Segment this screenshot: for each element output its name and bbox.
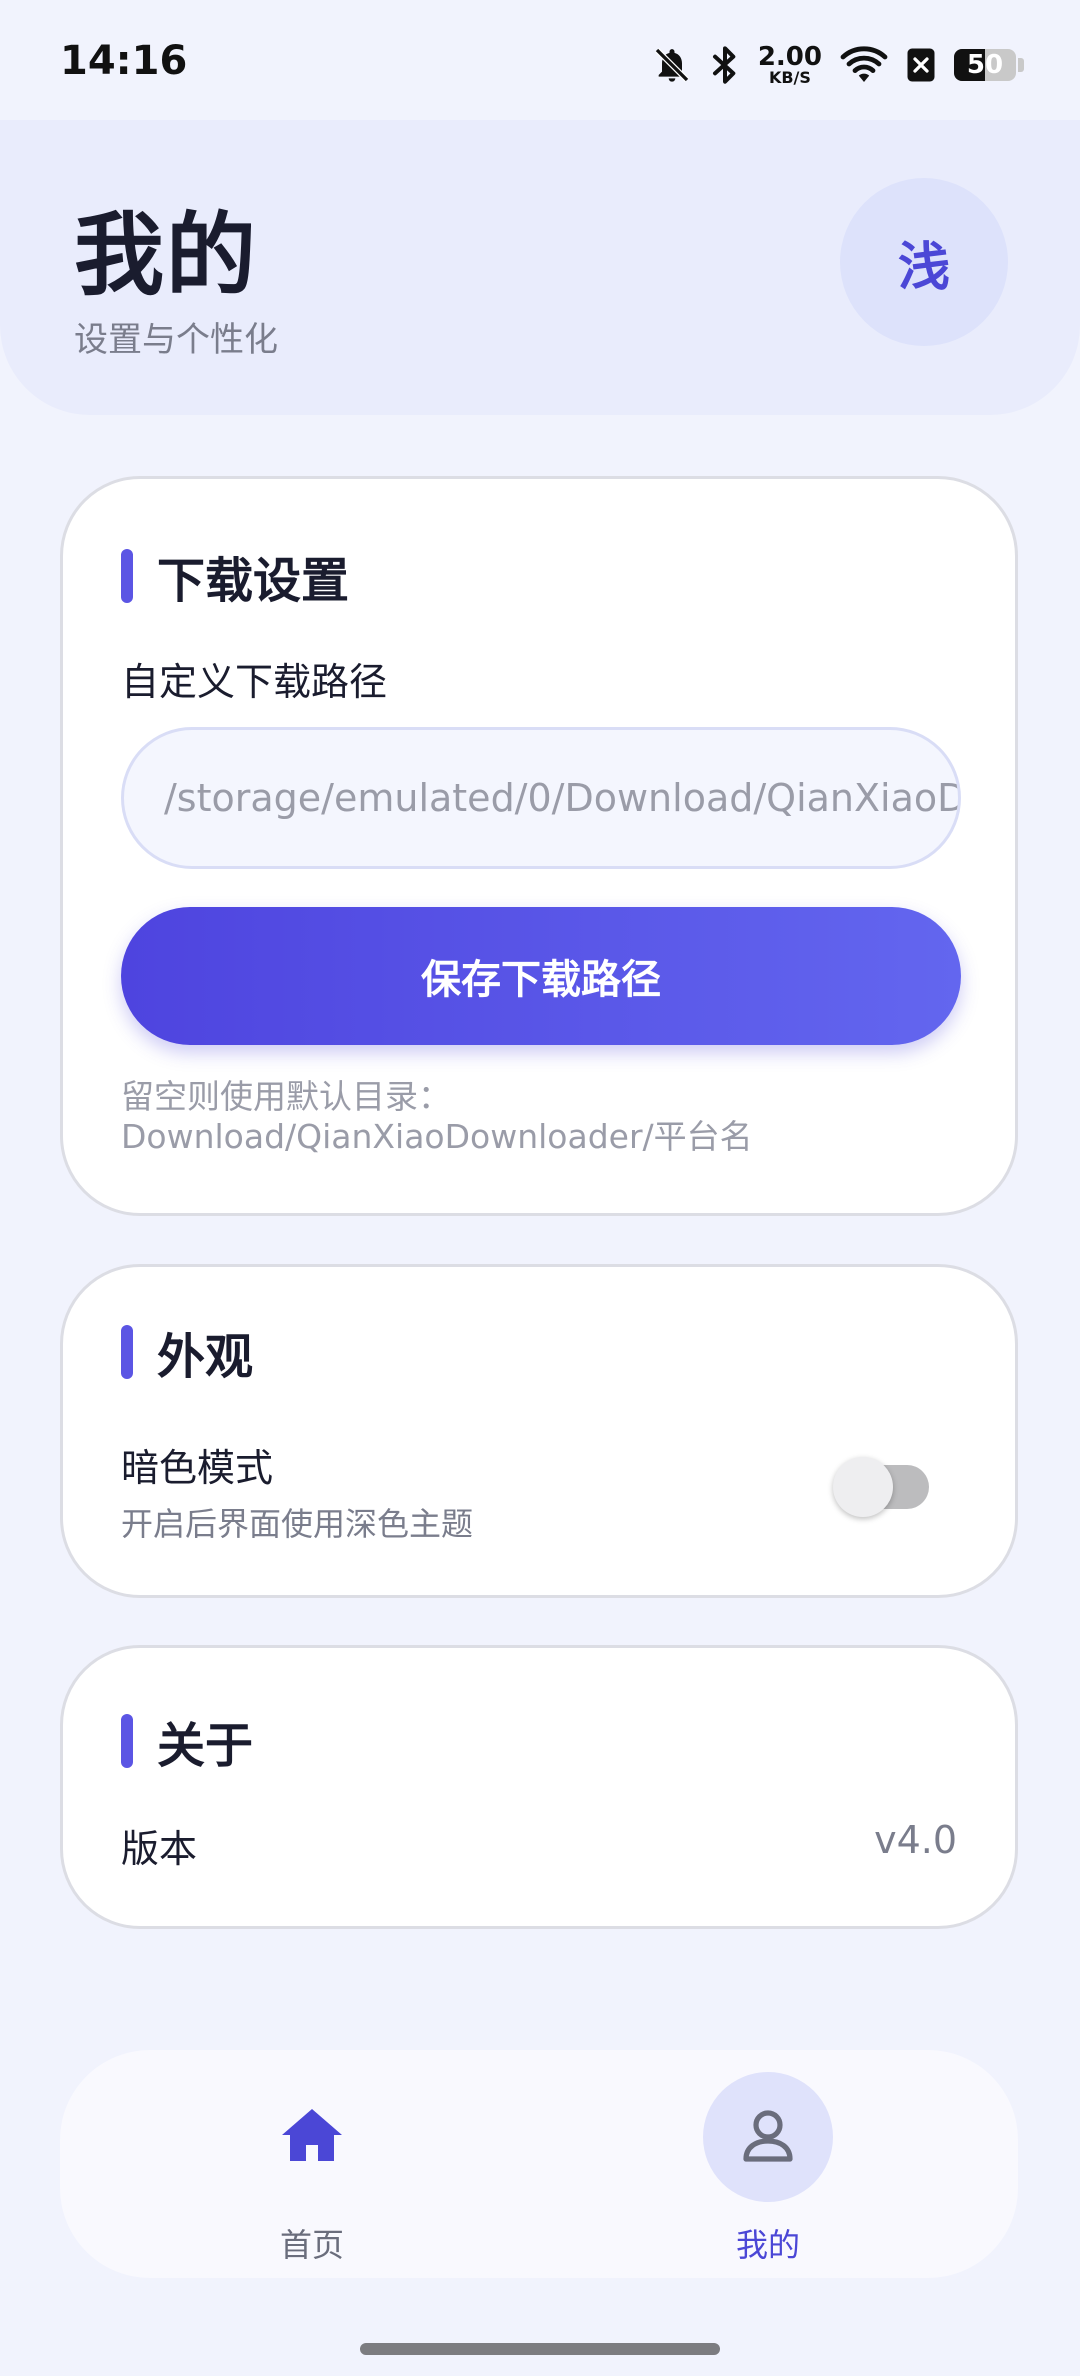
download-settings-title: 下载设置 [121, 541, 349, 611]
nav-item-profile[interactable]: 我的 [648, 2072, 888, 2264]
profile-header: 我的 设置与个性化 浅 [0, 120, 1080, 415]
wifi-icon [840, 45, 888, 85]
section-accent-bar [121, 549, 133, 603]
net-speed: 2.00 KB/S [757, 42, 822, 87]
nav-home-icon-wrap [247, 2072, 377, 2202]
download-settings-heading: 下载设置 [157, 553, 350, 609]
download-path-input[interactable]: /storage/emulated/0/Download/QianXiaoDow… [121, 727, 961, 869]
status-bar: 14:16 2.00 KB/S 50 [0, 0, 1080, 120]
page-subtitle: 设置与个性化 [74, 320, 278, 360]
battery-level: 50 [966, 50, 1004, 80]
sim-disabled-icon [906, 46, 936, 84]
status-icons: 2.00 KB/S 50 [652, 40, 1024, 90]
about-title: 关于 [121, 1706, 253, 1776]
dark-mode-label: 暗色模式 [121, 1446, 274, 1490]
page-title: 我的 [74, 203, 258, 308]
bluetooth-icon [710, 45, 740, 85]
nav-item-home[interactable]: 首页 [192, 2072, 432, 2264]
section-accent-bar [121, 1714, 133, 1768]
download-path-label: 自定义下载路径 [121, 660, 388, 704]
home-indicator[interactable] [360, 2343, 720, 2355]
about-heading: 关于 [157, 1718, 254, 1774]
download-path-hint: 留空则使用默认目录：Download/QianXiaoDownloader/平台… [121, 1077, 753, 1156]
battery-tip [1018, 58, 1024, 72]
dark-mode-description: 开启后界面使用深色主题 [121, 1505, 474, 1543]
nav-label-profile: 我的 [735, 2226, 800, 2264]
download-settings-card: 下载设置 自定义下载路径 /storage/emulated/0/Downloa… [60, 476, 1018, 1216]
nav-label-home: 首页 [279, 2226, 344, 2264]
appearance-card: 外观 暗色模式 开启后界面使用深色主题 [60, 1264, 1018, 1598]
save-path-button[interactable]: 保存下载路径 [121, 907, 961, 1045]
bell-off-icon [652, 45, 692, 85]
bottom-nav: 首页 我的 [60, 2050, 1018, 2278]
home-icon [280, 2105, 344, 2169]
user-icon [738, 2105, 798, 2169]
appearance-heading: 外观 [157, 1329, 254, 1385]
version-value: v4.0 [874, 1818, 957, 1862]
dark-mode-toggle[interactable] [833, 1457, 931, 1517]
status-time: 14:16 [60, 38, 188, 84]
section-accent-bar [121, 1325, 133, 1379]
battery-icon: 50 [954, 49, 1016, 81]
toggle-knob [833, 1457, 893, 1517]
about-card: 关于 版本 v4.0 [60, 1645, 1018, 1929]
appearance-title: 外观 [121, 1317, 253, 1387]
theme-toggle-button[interactable]: 浅 [840, 178, 1008, 346]
version-label: 版本 [121, 1827, 198, 1871]
nav-profile-icon-wrap [703, 2072, 833, 2202]
